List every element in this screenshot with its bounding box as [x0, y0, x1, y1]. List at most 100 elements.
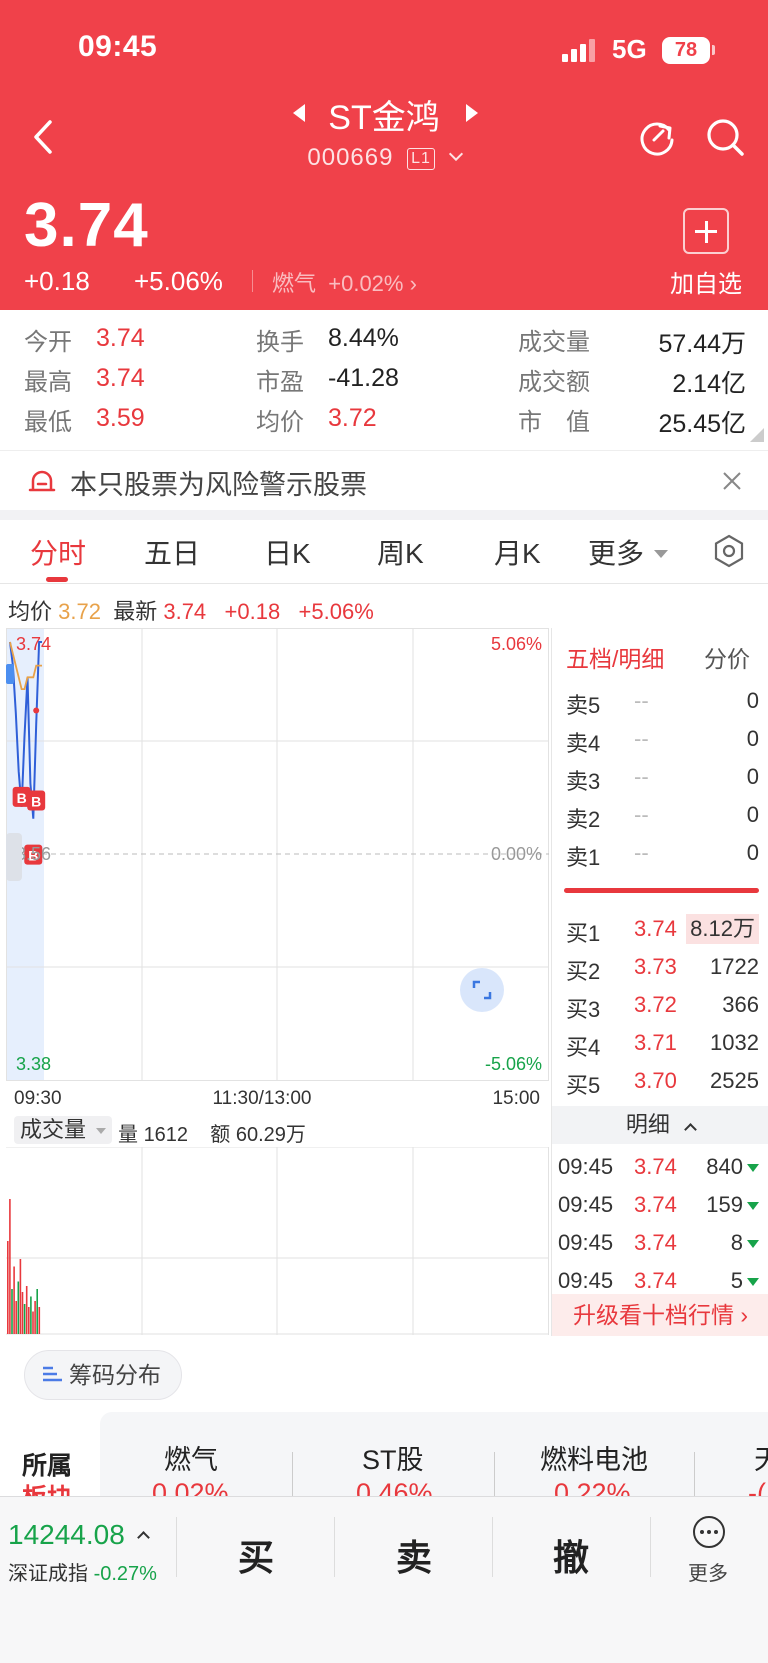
tick-price: 3.74	[634, 1192, 677, 1217]
battery-icon: 78	[662, 37, 710, 64]
bars-icon	[43, 1366, 62, 1382]
expand-corner-icon[interactable]	[750, 428, 764, 442]
tick-time: 09:45	[558, 1230, 614, 1255]
tick-time: 09:45	[558, 1268, 614, 1293]
volume-bar	[34, 1301, 36, 1334]
sector-list: 燃气 0.02% ST股 0.46% 燃料电池 0.22% 天 -(	[100, 1412, 768, 1508]
high-value: 3.74	[96, 364, 145, 392]
down-arrow-icon	[747, 1202, 759, 1210]
volume-value: 57.44万	[658, 330, 746, 358]
bid-row: 买2 3.73 1722	[552, 948, 768, 986]
low-value: 3.59	[96, 404, 145, 432]
volume-header: 成交量 量 1612 额 60.29万	[6, 1110, 549, 1147]
divider	[176, 1517, 177, 1577]
volume-bar	[36, 1289, 38, 1334]
tick-volume: 159	[706, 1192, 743, 1217]
tick-volume: 5	[730, 1268, 743, 1293]
bid-volume: 1722	[710, 954, 759, 979]
index-ticker[interactable]: 14244.08	[8, 1519, 150, 1551]
fullscreen-icon[interactable]	[460, 968, 504, 1012]
tab-orderbook-detail[interactable]: 五档/明细	[566, 640, 664, 674]
tab-intraday[interactable]: 分时	[30, 532, 86, 572]
more-label[interactable]: 更多	[688, 1557, 728, 1586]
detail-toggle[interactable]: 明细	[552, 1106, 768, 1144]
active-tab-indicator	[46, 577, 68, 582]
upgrade-level2-link[interactable]: 升级看十档行情 ›	[552, 1294, 768, 1336]
ask-row: 卖5 -- 0	[552, 682, 768, 720]
volume-stats: 量 1612 额 60.29万	[118, 1118, 306, 1147]
info-change-pct: +5.06%	[298, 599, 374, 624]
avg-label: 均价	[256, 409, 304, 436]
buy-button[interactable]: 买	[238, 1529, 274, 1581]
volume-amt-label: 额	[210, 1124, 231, 1146]
divider	[694, 1452, 695, 1496]
y-right-tick-bottom: -5.06%	[485, 1054, 542, 1074]
sector-pct: +0.02%	[328, 271, 404, 296]
tick-price: 3.74	[634, 1230, 677, 1255]
current-price: 3.74	[24, 191, 149, 260]
down-arrow-icon	[747, 1164, 759, 1172]
volume-bar	[11, 1289, 13, 1334]
index-info: 深证成指 -0.27%	[8, 1557, 157, 1586]
y-right-tick-mid: 0.00%	[491, 844, 542, 864]
sector-item-name[interactable]: 天	[754, 1438, 768, 1477]
volume-chart	[6, 1147, 549, 1335]
add-watchlist-label[interactable]: 加自选	[670, 264, 742, 299]
volume-indicator-select[interactable]: 成交量	[14, 1116, 113, 1144]
tab-price-distribution[interactable]: 分价	[704, 640, 750, 674]
close-icon[interactable]	[722, 471, 742, 491]
chevron-up-icon	[136, 1531, 150, 1544]
amount-value: 2.14亿	[672, 370, 746, 398]
turnover-value: 8.44%	[328, 324, 399, 352]
volume-bar	[23, 1304, 26, 1334]
tab-monthly-k[interactable]: 月K	[494, 532, 541, 572]
tab-daily-k[interactable]: 日K	[264, 532, 311, 572]
bid-volume: 2525	[710, 1068, 759, 1093]
info-avg-label: 均价	[8, 599, 53, 624]
tab-weekly-k[interactable]: 周K	[377, 532, 424, 572]
sector-heading-top: 所属	[22, 1452, 73, 1480]
volume-label: 成交量	[518, 329, 590, 356]
bid-row: 买3 3.72 366	[552, 986, 768, 1024]
more-icon[interactable]	[692, 1515, 726, 1549]
tab-five-day[interactable]: 五日	[144, 532, 200, 572]
x-tick-open: 09:30	[14, 1088, 62, 1109]
volume-bar	[25, 1286, 28, 1334]
ask-label: 卖5	[566, 693, 601, 718]
refresh-icon[interactable]	[636, 116, 678, 158]
intraday-chart[interactable]: BBB 3.74 3.56 3.38 5.06% 0.00% -5.06% 09…	[6, 628, 549, 1110]
tick-price: 3.74	[634, 1268, 677, 1293]
sector-item-name[interactable]: 燃料电池	[540, 1438, 648, 1477]
x-tick-close: 15:00	[492, 1088, 540, 1109]
ask-label: 卖1	[566, 845, 601, 870]
sector-item-name[interactable]: ST股	[362, 1438, 424, 1477]
ask-row: 卖4 -- 0	[552, 720, 768, 758]
buy-marker-label: B	[17, 790, 27, 806]
section-gap	[0, 510, 768, 520]
chip-distribution-button[interactable]: 筹码分布	[24, 1350, 182, 1400]
add-watchlist-button[interactable]	[683, 208, 729, 254]
bid-price: 3.70	[634, 1068, 677, 1093]
ask-label: 卖4	[566, 731, 601, 756]
ask-price: --	[634, 802, 649, 827]
chart-side-handle[interactable]	[6, 833, 22, 881]
volume-bar	[17, 1281, 20, 1334]
sector-link[interactable]: 燃气 +0.02% ›	[272, 266, 417, 298]
down-arrow-icon	[747, 1240, 759, 1248]
bid-price: 3.71	[634, 1030, 677, 1055]
sell-marker-icon	[6, 664, 14, 684]
settings-icon[interactable]	[712, 534, 746, 568]
cancel-order-button[interactable]: 撤	[553, 1529, 589, 1581]
alarm-icon	[28, 470, 56, 492]
search-icon[interactable]	[704, 116, 746, 158]
mcap-value: 25.45亿	[658, 410, 746, 438]
chart-tabs: 分时 五日 日K 周K 月K 更多	[0, 520, 768, 584]
tab-more[interactable]: 更多	[588, 532, 669, 572]
divider	[252, 270, 253, 292]
sector-item-name[interactable]: 燃气	[164, 1438, 218, 1477]
x-tick-midday: 11:30/13:00	[213, 1088, 312, 1109]
bid-row: 买4 3.71 1032	[552, 1024, 768, 1062]
sell-button[interactable]: 卖	[396, 1529, 432, 1581]
risk-warning-text: 本只股票为风险警示股票	[70, 470, 367, 500]
signal-icon	[562, 38, 598, 62]
